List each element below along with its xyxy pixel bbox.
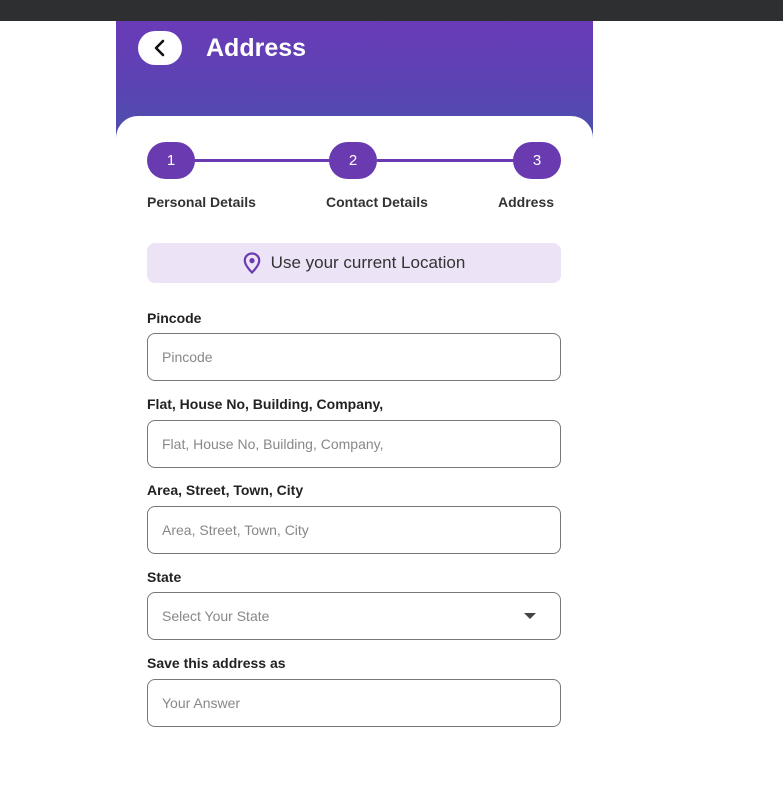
area-field-wrapper bbox=[147, 506, 561, 554]
save-as-label: Save this address as bbox=[147, 655, 286, 671]
use-current-location-label: Use your current Location bbox=[270, 253, 466, 272]
step-1-number: 1 bbox=[166, 152, 176, 169]
step-connector-1 bbox=[193, 159, 331, 162]
pincode-field-wrapper bbox=[147, 333, 561, 381]
step-2-indicator: 2 bbox=[329, 142, 377, 179]
step-1-indicator: 1 bbox=[147, 142, 195, 179]
save-as-field-wrapper bbox=[147, 679, 561, 727]
location-pin-icon bbox=[243, 252, 260, 274]
step-3-indicator: 3 bbox=[513, 142, 561, 179]
step-1-label: Personal Details bbox=[147, 194, 256, 210]
flat-label: Flat, House No, Building, Company, bbox=[147, 396, 384, 412]
pincode-label: Pincode bbox=[147, 310, 202, 326]
state-select[interactable]: Select Your State bbox=[147, 592, 561, 640]
page-title: Address bbox=[206, 34, 307, 62]
back-button[interactable] bbox=[138, 31, 182, 65]
flat-field-wrapper bbox=[147, 420, 561, 468]
save-as-input[interactable] bbox=[148, 680, 560, 726]
area-label: Area, Street, Town, City bbox=[147, 482, 304, 498]
step-3-number: 3 bbox=[532, 152, 542, 169]
flat-input[interactable] bbox=[148, 421, 560, 467]
area-input[interactable] bbox=[148, 507, 560, 553]
step-2-label: Contact Details bbox=[326, 194, 428, 210]
use-current-location-button[interactable]: Use your current Location bbox=[147, 243, 561, 283]
state-select-value: Select Your State bbox=[162, 608, 270, 624]
step-connector-2 bbox=[377, 159, 515, 162]
step-2-number: 2 bbox=[348, 152, 358, 169]
chevron-left-icon bbox=[154, 39, 165, 57]
pincode-input[interactable] bbox=[148, 334, 560, 380]
state-label: State bbox=[147, 569, 182, 585]
status-bar bbox=[0, 0, 783, 21]
caret-down-icon bbox=[524, 613, 536, 619]
step-3-label: Address bbox=[498, 194, 555, 210]
